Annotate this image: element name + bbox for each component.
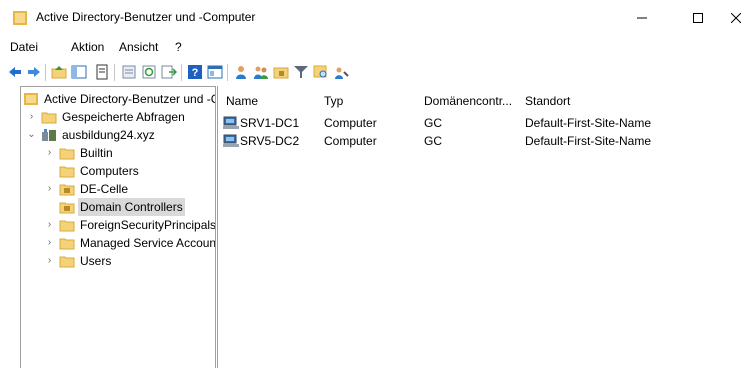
expand-icon[interactable]: › [45, 180, 54, 198]
find-icon[interactable] [313, 64, 329, 80]
column-header-dc-type[interactable]: Domänencontr... [424, 94, 512, 108]
ad-root-icon [24, 93, 38, 105]
ou-icon [59, 202, 75, 214]
menu-ansicht[interactable]: Ansicht [119, 40, 158, 54]
expand-icon[interactable]: › [45, 234, 54, 252]
toolbar [0, 58, 751, 86]
tree-item-label: Users [80, 254, 112, 268]
folder-icon [59, 148, 75, 160]
folder-icon [59, 166, 75, 178]
cell-name: SRV1-DC1 [240, 116, 300, 130]
show-hide-tree-icon[interactable] [71, 64, 87, 80]
tree-item-label: ForeignSecurityPrincipals [80, 218, 216, 232]
column-header-type[interactable]: Typ [324, 94, 343, 108]
expand-icon[interactable]: › [27, 108, 36, 126]
new-group-icon[interactable] [253, 64, 269, 80]
tree-item-label: Builtin [80, 146, 113, 160]
title-bar: Active Directory-Benutzer und -Computer [0, 0, 751, 36]
filter-icon[interactable] [293, 64, 309, 80]
maximize-button[interactable] [676, 0, 720, 36]
folder-icon [59, 256, 75, 268]
folder-icon [59, 220, 75, 232]
menu-bar: Datei Aktion Ansicht ? [0, 36, 751, 58]
back-arrow-icon[interactable] [7, 64, 23, 80]
minimize-button[interactable] [620, 0, 664, 36]
expand-icon[interactable]: › [45, 252, 54, 270]
maximize-icon [693, 13, 703, 23]
toolbar-separator [227, 64, 228, 81]
cell-name: SRV5-DC2 [240, 134, 300, 148]
console-view-icon[interactable] [207, 64, 223, 80]
tree-item-label: Active Directory-Benutzer und -C [44, 92, 216, 106]
expand-icon[interactable]: › [45, 144, 54, 162]
help-icon[interactable]: ? [187, 64, 203, 80]
domain-icon [42, 129, 56, 141]
toolbar-separator [114, 64, 115, 81]
export-list-icon[interactable] [121, 64, 137, 80]
cell-type: Computer [324, 134, 377, 148]
menu-datei[interactable]: Datei [10, 40, 38, 54]
collapse-icon[interactable]: ⌄ [27, 126, 36, 144]
column-header-site[interactable]: Standort [525, 94, 570, 108]
cell-dc-type: GC [424, 116, 442, 130]
toolbar-separator [45, 64, 46, 81]
tree-item-label: Managed Service Accoun [80, 236, 216, 250]
tree-item-label: ausbildung24.xyz [62, 128, 155, 142]
folder-icon [41, 112, 57, 124]
properties-icon[interactable] [94, 64, 110, 80]
tree-item-label: Domain Controllers [78, 198, 185, 216]
add-to-group-icon[interactable] [333, 64, 349, 80]
cell-dc-type: GC [424, 134, 442, 148]
close-button[interactable] [720, 0, 751, 36]
up-folder-icon[interactable] [51, 64, 67, 80]
folder-icon [59, 238, 75, 250]
refresh-icon[interactable] [141, 64, 157, 80]
expand-icon[interactable]: › [45, 216, 54, 234]
tree-item-label: Computers [80, 164, 139, 178]
cell-type: Computer [324, 116, 377, 130]
tree-item-label: Gespeicherte Abfragen [62, 110, 185, 124]
export-icon[interactable] [161, 64, 177, 80]
toolbar-separator [181, 64, 182, 81]
ad-app-icon [13, 11, 27, 25]
ou-icon [59, 184, 75, 196]
tree-item-label: DE-Celle [80, 182, 129, 196]
tree-pane[interactable]: Active Directory-Benutzer und -C › Gespe… [20, 86, 216, 368]
window-title: Active Directory-Benutzer und -Computer [36, 10, 256, 24]
computer-icon [223, 116, 239, 129]
computer-icon [223, 134, 239, 147]
list-pane[interactable]: Name Typ Domänencontr... Standort SRV1-D… [217, 86, 751, 368]
svg-text:?: ? [192, 67, 199, 79]
new-ou-icon[interactable] [273, 64, 289, 80]
table-row[interactable]: SRV1-DC1 Computer GC Default-First-Site-… [218, 114, 751, 132]
column-header-name[interactable]: Name [226, 94, 258, 108]
table-row[interactable]: SRV5-DC2 Computer GC Default-First-Site-… [218, 132, 751, 150]
menu-aktion[interactable]: Aktion [71, 40, 104, 54]
cell-site: Default-First-Site-Name [525, 116, 652, 130]
forward-arrow-icon[interactable] [26, 64, 42, 80]
cell-site: Default-First-Site-Name [525, 134, 652, 148]
new-user-icon[interactable] [233, 64, 249, 80]
menu-help[interactable]: ? [175, 40, 182, 54]
minimize-icon [637, 17, 647, 19]
close-icon [730, 13, 741, 23]
